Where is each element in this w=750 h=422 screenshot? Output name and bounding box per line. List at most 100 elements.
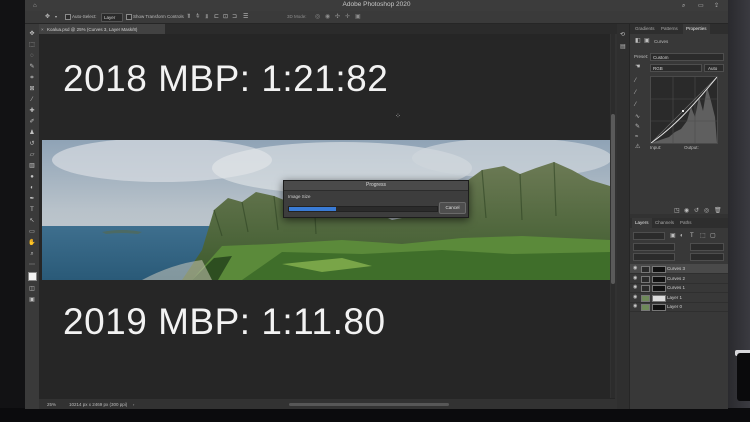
3d-scale-icon[interactable]: ▣: [355, 14, 361, 20]
layer-filter-dropdown[interactable]: [633, 232, 665, 240]
history-panel-icon[interactable]: ⟲: [620, 32, 625, 38]
blur-tool-icon[interactable]: ●: [28, 173, 36, 181]
path-select-tool-icon[interactable]: ↖: [28, 217, 36, 225]
tab-channels[interactable]: Channels: [652, 218, 677, 228]
pencil-draw-icon[interactable]: ✎: [635, 124, 640, 130]
show-transform-checkbox[interactable]: [126, 14, 132, 20]
blend-mode-dropdown[interactable]: [633, 243, 675, 251]
sample-white-eyedropper-icon[interactable]: ⁄: [635, 102, 636, 108]
align-left-icon[interactable]: ⊏: [214, 14, 219, 20]
layer-mask-thumbnail[interactable]: [652, 294, 666, 302]
quick-mask-icon[interactable]: ◫: [28, 285, 36, 293]
curve-edit-icon[interactable]: ∿: [635, 114, 640, 120]
hand-tool-icon[interactable]: ✋: [28, 239, 36, 247]
foreground-color-swatch[interactable]: [28, 272, 37, 281]
eye-icon[interactable]: ◉: [633, 285, 637, 290]
close-tab-icon[interactable]: ×: [41, 27, 44, 32]
libraries-panel-icon[interactable]: ▤: [620, 44, 626, 50]
fill-field[interactable]: [690, 253, 724, 261]
eraser-tool-icon[interactable]: ▱: [28, 151, 36, 159]
more-tools-icon[interactable]: ⋯: [28, 261, 36, 269]
smooth-icon[interactable]: ≈: [635, 134, 638, 140]
target-adjust-icon[interactable]: ☚: [635, 64, 640, 70]
tab-gradients[interactable]: Gradients: [632, 24, 658, 34]
dodge-tool-icon[interactable]: ◐: [28, 184, 36, 192]
view-previous-icon[interactable]: ◉: [684, 208, 689, 214]
document-info[interactable]: 10214 px x 2469 px (300 ppi): [69, 402, 127, 407]
tab-patterns[interactable]: Patterns: [658, 24, 681, 34]
rectangle-tool-icon[interactable]: ▭: [28, 228, 36, 236]
tab-layers[interactable]: Layers: [632, 218, 652, 228]
layer-row[interactable]: ◉ Layer 0: [630, 302, 728, 312]
channel-dropdown[interactable]: RGB: [650, 64, 702, 72]
eye-icon[interactable]: ◉: [633, 304, 637, 309]
curves-graph[interactable]: [650, 76, 718, 144]
vertical-scrollbar[interactable]: [611, 34, 615, 398]
gradient-tool-icon[interactable]: ▥: [28, 162, 36, 170]
document-tab[interactable]: × Koalua.psd @ 25% (Curves 3, Layer Mask…: [39, 24, 165, 34]
lock-options[interactable]: [633, 253, 675, 261]
3d-slide-icon[interactable]: ✛: [345, 14, 350, 20]
3d-roll-icon[interactable]: ◉: [325, 14, 330, 20]
frame-tool-icon[interactable]: ⊠: [28, 85, 36, 93]
filter-adjustment-icon[interactable]: ◐: [680, 233, 684, 239]
align-top-icon[interactable]: ⫪: [187, 14, 190, 20]
sample-gray-eyedropper-icon[interactable]: ⁄: [635, 90, 636, 96]
visibility-icon[interactable]: ◎: [704, 208, 709, 214]
move-tool-icon[interactable]: ✥: [45, 14, 50, 20]
home-icon[interactable]: ⌂: [33, 3, 37, 9]
align-right-icon[interactable]: ⊐: [232, 14, 237, 20]
tool-preset-chevron-icon[interactable]: ▾: [55, 14, 57, 20]
healing-brush-tool-icon[interactable]: ✚: [28, 107, 36, 115]
3d-pan-icon[interactable]: ✣: [335, 14, 340, 20]
workspace-icon[interactable]: ▭: [698, 3, 704, 9]
layer-row[interactable]: ◉ Curves 2: [630, 274, 728, 284]
opacity-field[interactable]: [690, 243, 724, 251]
move-tool-icon[interactable]: ✥: [28, 30, 36, 38]
vertical-scroll-thumb[interactable]: [611, 114, 615, 284]
cancel-button[interactable]: Cancel: [439, 202, 466, 214]
crop-tool-icon[interactable]: ⌗: [28, 74, 36, 82]
layer-mask-thumbnail[interactable]: [652, 266, 666, 273]
filter-pixel-icon[interactable]: ▣: [670, 233, 676, 239]
eye-icon[interactable]: ◉: [633, 294, 637, 300]
3d-orbit-icon[interactable]: ◎: [315, 14, 320, 20]
layer-row[interactable]: ◉ Curves 3: [630, 264, 728, 274]
auto-select-checkbox[interactable]: [65, 14, 71, 20]
eyedropper-tool-icon[interactable]: ⁄: [28, 96, 36, 104]
tab-paths[interactable]: Paths: [677, 218, 695, 228]
align-center-icon[interactable]: ⊡: [223, 14, 228, 20]
reset-icon[interactable]: ↺: [694, 208, 699, 214]
brush-tool-icon[interactable]: ✐: [28, 118, 36, 126]
delete-icon[interactable]: 🗑: [714, 208, 722, 214]
type-tool-icon[interactable]: T: [28, 206, 36, 214]
status-chevron-icon[interactable]: ›: [133, 402, 134, 407]
zoom-level[interactable]: 25%: [47, 402, 56, 407]
layer-row[interactable]: ◉ Layer 1: [630, 293, 728, 303]
pen-tool-icon[interactable]: ✒: [28, 195, 36, 203]
quick-select-tool-icon[interactable]: ✎: [28, 63, 36, 71]
mask-icon[interactable]: ▣: [644, 38, 650, 44]
history-brush-tool-icon[interactable]: ↺: [28, 140, 36, 148]
lasso-tool-icon[interactable]: ◌: [28, 52, 36, 60]
preset-dropdown[interactable]: Custom: [650, 53, 724, 61]
layer-mask-thumbnail[interactable]: [652, 304, 666, 311]
search-icon[interactable]: ⌕: [682, 3, 685, 9]
auto-button[interactable]: Auto: [704, 64, 724, 72]
layer-mask-thumbnail[interactable]: [652, 275, 666, 283]
sample-black-eyedropper-icon[interactable]: ⁄: [635, 78, 636, 84]
align-middle-icon[interactable]: ⫩: [196, 14, 199, 20]
distribute-icon[interactable]: ☰: [243, 14, 248, 20]
layer-mask-thumbnail[interactable]: [652, 285, 666, 292]
align-bottom-icon[interactable]: ⫫: [205, 14, 208, 20]
filter-smart-object-icon[interactable]: ▢: [710, 233, 716, 239]
share-icon[interactable]: ⇪: [714, 3, 719, 9]
eye-icon[interactable]: ◉: [633, 266, 637, 271]
zoom-tool-icon[interactable]: ⌕: [28, 250, 36, 258]
screen-mode-icon[interactable]: ▣: [28, 296, 36, 304]
clone-stamp-tool-icon[interactable]: ♟: [28, 129, 36, 137]
filter-type-icon[interactable]: T: [690, 233, 694, 239]
marquee-tool-icon[interactable]: ⬚: [28, 41, 36, 49]
clip-to-layer-icon[interactable]: ◳: [674, 208, 680, 214]
tab-properties[interactable]: Properties: [683, 24, 710, 34]
